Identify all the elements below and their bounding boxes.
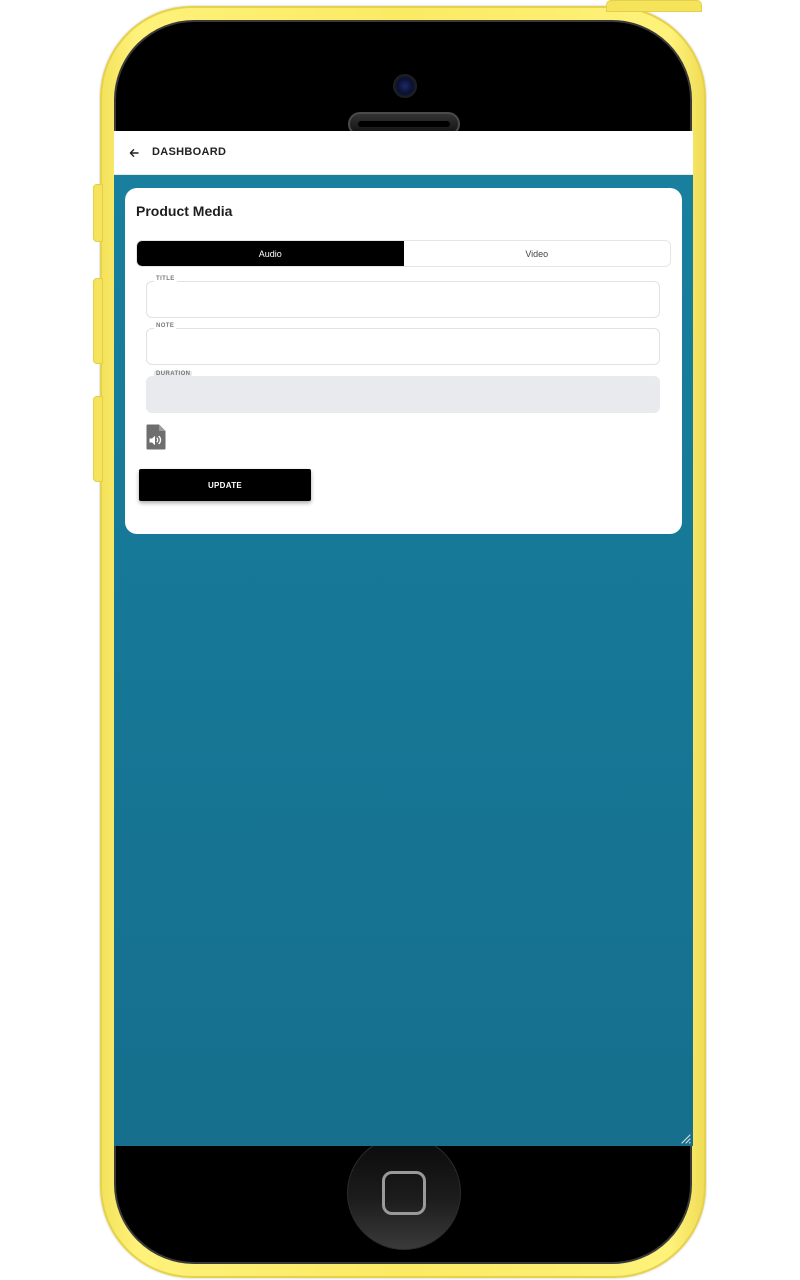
camera-icon <box>393 74 417 98</box>
card-title: Product Media <box>136 203 233 219</box>
duration-field: DURATION <box>146 371 660 413</box>
home-square-icon <box>382 1171 426 1215</box>
app-screen: DASHBOARD Product Media Audio Video TITL… <box>114 131 693 1146</box>
title-input[interactable] <box>147 282 659 317</box>
product-media-card: Product Media Audio Video TITLE NOTE DUR… <box>125 188 682 534</box>
volume-up-button <box>93 278 103 364</box>
note-field: NOTE <box>146 323 660 365</box>
duration-input <box>147 377 659 412</box>
page-title: DASHBOARD <box>152 146 227 158</box>
tab-audio[interactable]: Audio <box>137 241 404 266</box>
note-input[interactable] <box>147 329 659 364</box>
home-button[interactable] <box>347 1136 461 1250</box>
resize-grip-icon[interactable] <box>679 1132 691 1144</box>
mute-switch <box>93 184 103 242</box>
volume-down-button <box>93 396 103 482</box>
arrow-left-icon <box>129 149 139 157</box>
audio-file-icon[interactable] <box>146 424 166 450</box>
tab-video[interactable]: Video <box>403 241 670 266</box>
update-button[interactable]: UPDATE <box>139 469 311 501</box>
back-button[interactable] <box>124 143 144 163</box>
app-bar: DASHBOARD <box>114 131 693 175</box>
power-button <box>606 0 702 12</box>
title-field: TITLE <box>146 276 660 318</box>
media-tabs: Audio Video <box>136 240 671 267</box>
